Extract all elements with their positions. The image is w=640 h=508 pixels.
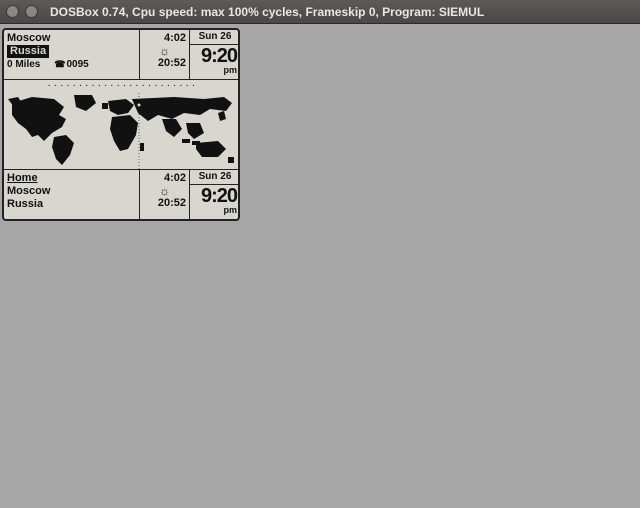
home-time-cell: Sun 26 9:20 pm — [190, 170, 240, 219]
remote-country-name: Russia — [7, 45, 49, 58]
home-label: Home — [7, 172, 136, 185]
distance-label: 0 Miles — [7, 59, 40, 70]
close-icon[interactable] — [6, 5, 19, 18]
sunset-time-bottom: 20:52 — [143, 197, 186, 210]
home-city-cell[interactable]: Home Moscow Russia — [4, 170, 140, 219]
sun-icon: ☼ — [143, 45, 186, 57]
remote-sun-cell: 4:02 ☼ 20:52 — [140, 30, 190, 79]
home-city-name: Moscow — [7, 185, 136, 198]
world-map-icon[interactable] — [4, 93, 238, 169]
minimize-icon[interactable] — [25, 5, 38, 18]
dial-prefix: 0095 — [66, 59, 88, 70]
home-city-row: Home Moscow Russia 4:02 ☼ 20:52 Sun 26 9… — [4, 170, 238, 219]
phone-icon: ☎ — [54, 59, 65, 69]
window-title: DOSBox 0.74, Cpu speed: max 100% cycles,… — [50, 5, 484, 19]
remote-time-cell: Sun 26 9:20 pm — [190, 30, 240, 79]
remote-day: Sun 26 — [190, 30, 240, 45]
window-titlebar: DOSBox 0.74, Cpu speed: max 100% cycles,… — [0, 0, 640, 24]
remote-city-row: Moscow Russia 0 Miles ☎0095 4:02 ☼ 20:52… — [4, 30, 238, 80]
remote-city-name: Moscow — [7, 32, 136, 45]
home-time: 9:20 — [193, 186, 237, 206]
home-day: Sun 26 — [190, 170, 240, 185]
home-country-name: Russia — [7, 198, 136, 211]
world-map-row: · · · · · · · · · · · · · · · · · · · · … — [4, 80, 238, 170]
home-sun-cell: 4:02 ☼ 20:52 — [140, 170, 190, 219]
remote-city-cell[interactable]: Moscow Russia 0 Miles ☎0095 — [4, 30, 140, 79]
world-clock-panel: Moscow Russia 0 Miles ☎0095 4:02 ☼ 20:52… — [2, 28, 240, 221]
sun-icon: ☼ — [143, 185, 186, 197]
content-area: Moscow Russia 0 Miles ☎0095 4:02 ☼ 20:52… — [0, 24, 640, 508]
sunset-time-top: 20:52 — [143, 57, 186, 70]
timezone-ticks-top: · · · · · · · · · · · · · · · · · · · · … — [4, 80, 240, 93]
remote-time: 9:20 — [193, 46, 237, 66]
